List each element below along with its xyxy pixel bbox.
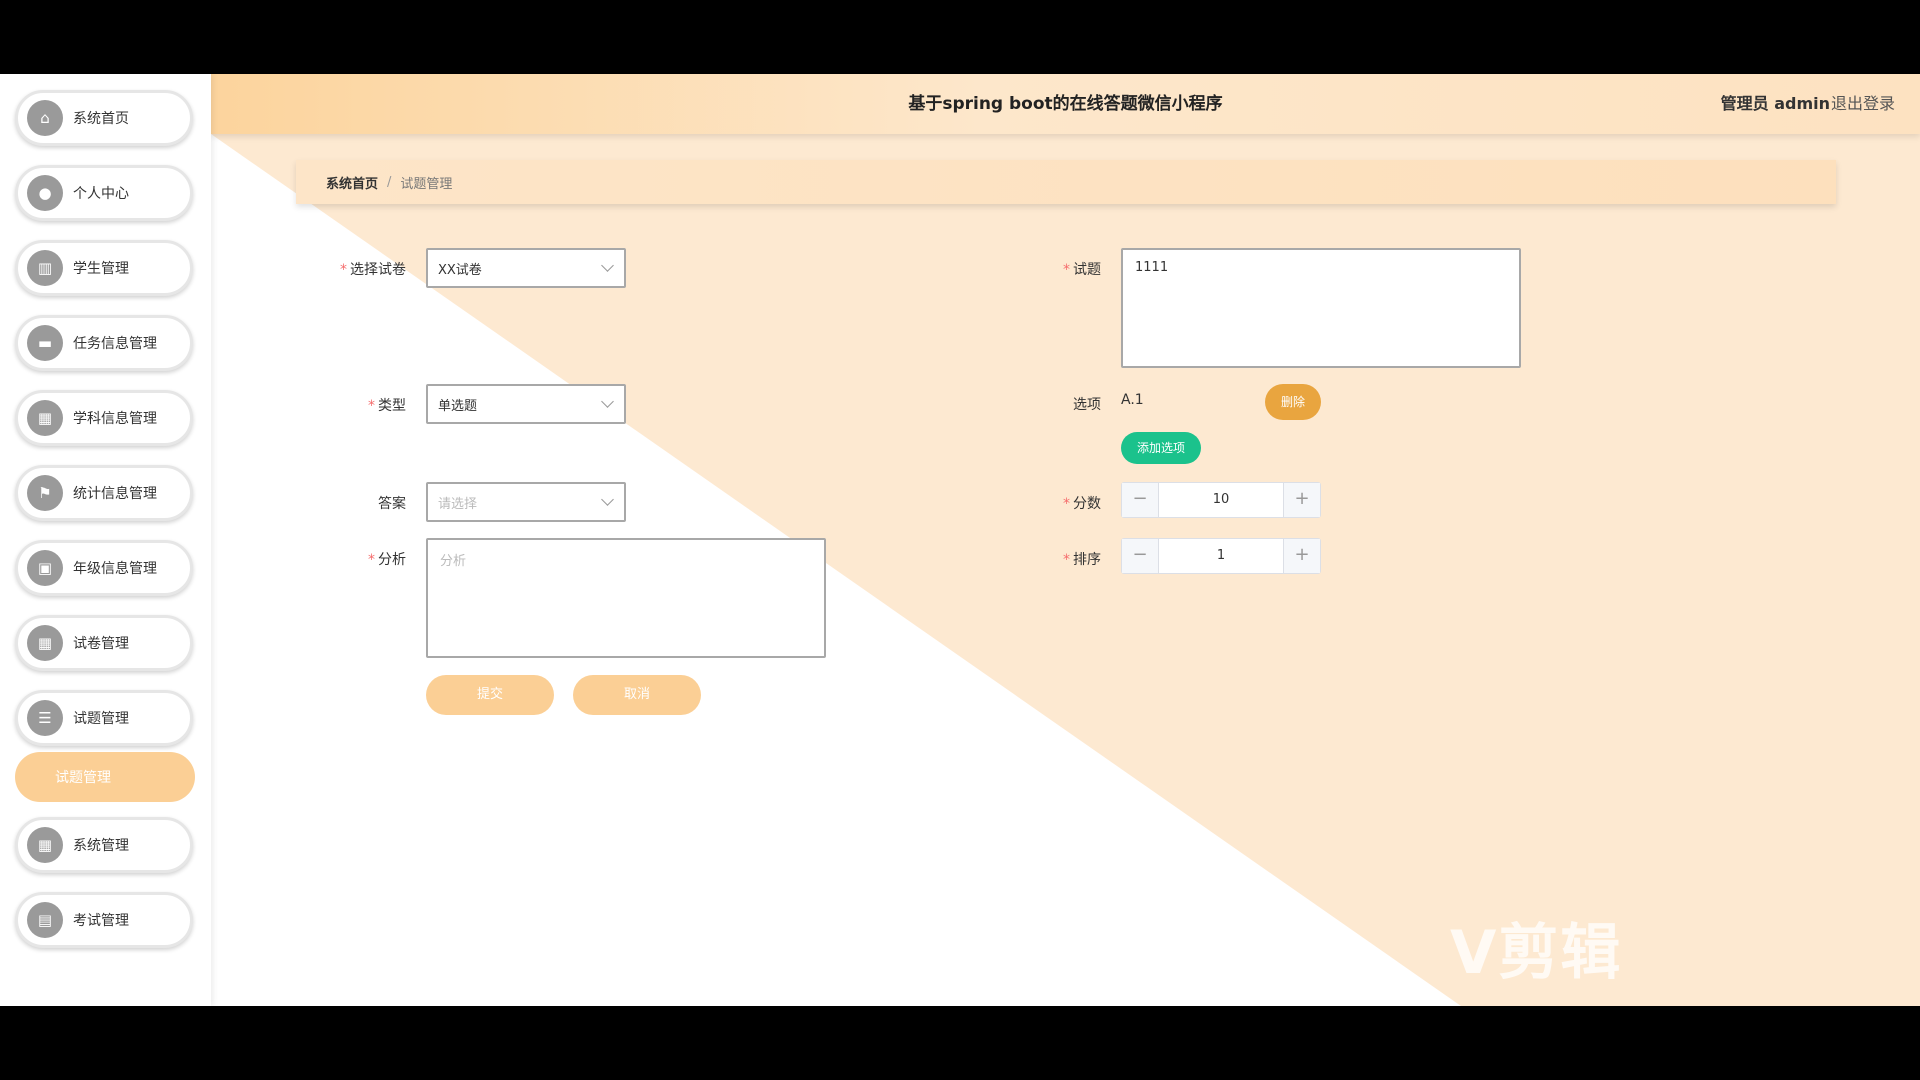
breadcrumb-current: 试题管理 [400,176,453,192]
sidebar-item-questions[interactable]: ☰ 试题管理 [15,690,193,746]
answer-select-placeholder: 请选择 [438,496,478,512]
sidebar-item-students[interactable]: ▥ 学生管理 [15,240,193,296]
flag-icon: ⚑ [27,475,63,511]
paper-select-value: XX试卷 [438,262,482,278]
sidebar-item-label: 统计信息管理 [73,486,157,502]
order-stepper[interactable]: − 1 + [1121,538,1321,574]
sidebar-item-label: 学生管理 [73,261,129,277]
sidebar-item-statistics[interactable]: ⚑ 统计信息管理 [15,465,193,521]
app-window: ⌂ 系统首页 ● 个人中心 ▥ 学生管理 ▬ 任务信息管理 ▦ 学科信息管理 ⚑… [0,74,1920,1006]
submit-button[interactable]: 提交 [426,675,554,715]
add-option-button[interactable]: 添加选项 [1121,432,1201,464]
page-title: 基于spring boot的在线答题微信小程序 [908,94,1223,114]
sidebar-item-home[interactable]: ⌂ 系统首页 [15,90,193,146]
question-value: 1111 [1135,260,1169,275]
paper-select[interactable]: XX试卷 [426,248,626,288]
cancel-button[interactable]: 取消 [573,675,701,715]
sidebar-item-label: 学科信息管理 [73,411,157,427]
sidebar: ⌂ 系统首页 ● 个人中心 ▥ 学生管理 ▬ 任务信息管理 ▦ 学科信息管理 ⚑… [0,74,211,1006]
sidebar-item-system[interactable]: ▦ 系统管理 [15,817,193,873]
delete-option-button[interactable]: 删除 [1265,384,1321,420]
submenu-item-questions[interactable]: 试题管理 [15,752,195,802]
video-watermark: V剪辑 [1450,918,1623,988]
sidebar-item-label: 考试管理 [73,913,129,929]
sidebar-item-label: 系统管理 [73,838,129,854]
analysis-textarea[interactable]: 分析 [426,538,826,658]
question-label: * 试题 [1063,262,1101,278]
type-label: * 类型 [368,398,406,414]
document-icon: ▣ [27,550,63,586]
sidebar-item-label: 年级信息管理 [73,561,157,577]
breadcrumb: 系统首页 / 试题管理 [296,160,1836,204]
sidebar-item-subjects[interactable]: ▦ 学科信息管理 [15,390,193,446]
order-increment-button[interactable]: + [1283,539,1320,573]
analysis-placeholder: 分析 [440,554,467,569]
answer-label: 答案 [378,496,406,512]
option-item-text: A.1 [1121,392,1144,408]
user-icon: ● [27,175,63,211]
sidebar-item-label: 试卷管理 [73,636,129,652]
admin-label: 管理员 admin [1720,94,1830,113]
options-label: 选项 [1073,397,1101,413]
grid-icon: ▦ [27,400,63,436]
score-decrement-button[interactable]: − [1122,483,1159,517]
order-value[interactable]: 1 [1159,539,1283,573]
logout-link[interactable]: 退出登录 [1831,74,1895,134]
grid-icon: ▦ [27,827,63,863]
grid-icon: ▦ [27,625,63,661]
home-icon: ⌂ [27,100,63,136]
breadcrumb-separator: / [387,174,392,190]
chat-icon: ▬ [27,325,63,361]
chevron-down-icon [601,493,614,506]
question-textarea[interactable]: 1111 [1121,248,1521,368]
sidebar-item-profile[interactable]: ● 个人中心 [15,165,193,221]
score-increment-button[interactable]: + [1283,483,1320,517]
score-label: * 分数 [1063,496,1101,512]
sidebar-item-papers[interactable]: ▦ 试卷管理 [15,615,193,671]
score-value[interactable]: 10 [1159,483,1283,517]
type-select[interactable]: 单选题 [426,384,626,424]
order-label: * 排序 [1063,552,1101,568]
order-decrement-button[interactable]: − [1122,539,1159,573]
type-select-value: 单选题 [438,398,478,414]
sliders-icon: ☰ [27,700,63,736]
chevron-down-icon [601,395,614,408]
sidebar-item-label: 试题管理 [73,711,129,727]
book-icon: ▥ [27,250,63,286]
top-header: 基于spring boot的在线答题微信小程序 管理员 admin 退出登录 [211,74,1920,134]
analysis-label: * 分析 [368,552,406,568]
sidebar-item-exams[interactable]: ▤ 考试管理 [15,892,193,948]
paper-label: * 选择试卷 [340,262,406,278]
sidebar-item-tasks[interactable]: ▬ 任务信息管理 [15,315,193,371]
sidebar-item-grades[interactable]: ▣ 年级信息管理 [15,540,193,596]
table-icon: ▤ [27,902,63,938]
sidebar-item-label: 个人中心 [73,186,129,202]
chevron-down-icon [601,259,614,272]
sidebar-item-label: 系统首页 [73,111,129,127]
answer-select[interactable]: 请选择 [426,482,626,522]
breadcrumb-home[interactable]: 系统首页 [326,173,378,192]
score-stepper[interactable]: − 10 + [1121,482,1321,518]
sidebar-item-label: 任务信息管理 [73,336,157,352]
